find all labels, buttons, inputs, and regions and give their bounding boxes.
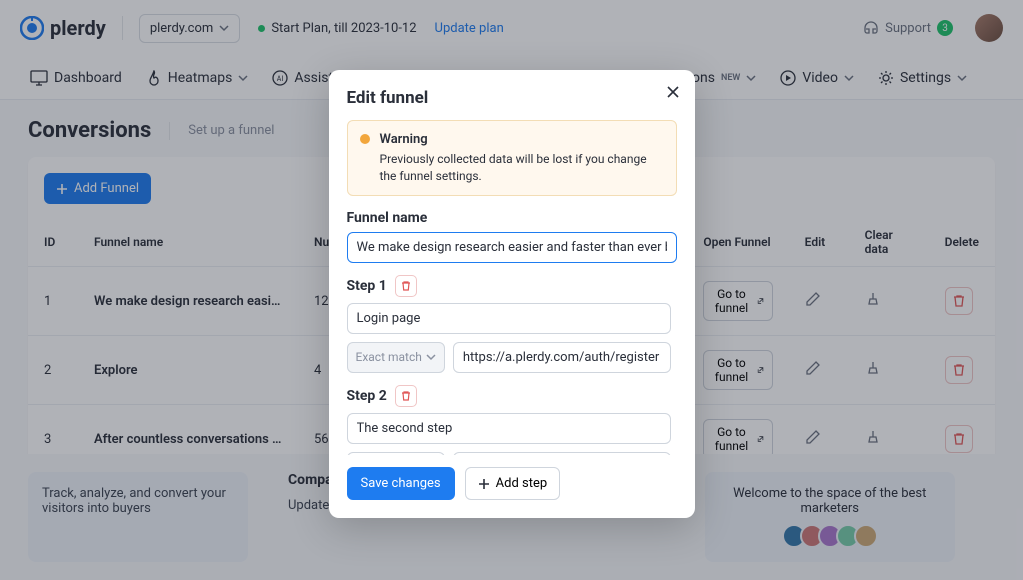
warning-body: Previously collected data will be lost i…	[380, 152, 647, 183]
add-step-button[interactable]: Add step	[465, 467, 561, 500]
step-header: Step 2	[347, 385, 671, 407]
edit-funnel-modal: Edit funnel Warning Previously collected…	[329, 70, 695, 518]
step-name-input[interactable]	[347, 303, 671, 334]
step-delete-button[interactable]	[395, 275, 417, 297]
trash-icon	[400, 280, 412, 292]
modal-overlay: Edit funnel Warning Previously collected…	[0, 0, 1023, 580]
modal-title: Edit funnel	[347, 88, 677, 108]
plus-icon	[478, 478, 490, 490]
steps-scroll[interactable]: Step 1 Exact match Step 2 Exact match St…	[347, 263, 677, 455]
step-delete-button[interactable]	[395, 385, 417, 407]
close-button[interactable]	[665, 84, 681, 100]
step-url-input[interactable]	[453, 342, 671, 373]
warning-title: Warning	[380, 131, 664, 149]
step-name-input[interactable]	[347, 413, 671, 444]
trash-icon	[400, 390, 412, 402]
match-type-select: Exact match	[347, 342, 445, 373]
close-icon	[665, 84, 681, 100]
funnel-name-label: Funnel name	[347, 210, 677, 226]
step-label: Step 2	[347, 388, 387, 404]
step-label: Step 1	[347, 278, 387, 294]
chevron-down-icon	[426, 352, 436, 362]
save-button[interactable]: Save changes	[347, 467, 455, 500]
modal-footer: Save changes Add step	[347, 455, 677, 500]
warning-box: Warning Previously collected data will b…	[347, 120, 677, 196]
warning-icon	[360, 134, 370, 144]
step-header: Step 1	[347, 275, 671, 297]
funnel-name-input[interactable]	[347, 232, 677, 263]
